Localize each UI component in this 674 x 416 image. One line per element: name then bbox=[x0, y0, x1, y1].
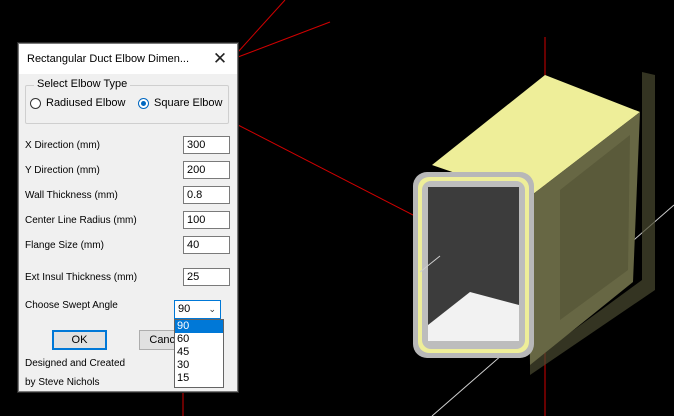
swept-angle-option[interactable]: 60 bbox=[175, 333, 223, 346]
credit-line-2: by Steve Nichols bbox=[25, 377, 100, 388]
y-direction-input[interactable]: 200 bbox=[183, 161, 230, 179]
radiused-elbow-radio[interactable]: Radiused Elbow bbox=[30, 97, 126, 109]
flange-size-input[interactable]: 40 bbox=[183, 236, 230, 254]
close-icon[interactable]: ✕ bbox=[209, 48, 231, 70]
dialog-titlebar[interactable]: Rectangular Duct Elbow Dimen... ✕ bbox=[19, 44, 237, 74]
elbow-type-group: Select Elbow Type Radiused Elbow Square … bbox=[25, 78, 229, 124]
y-direction-label: Y Direction (mm) bbox=[25, 165, 100, 176]
center-line-radius-input[interactable]: 100 bbox=[183, 211, 230, 229]
swept-angle-value: 90 bbox=[178, 303, 191, 315]
x-direction-input[interactable]: 300 bbox=[183, 136, 230, 154]
dialog-title: Rectangular Duct Elbow Dimen... bbox=[27, 53, 190, 65]
duct-model bbox=[413, 72, 655, 375]
guide-line bbox=[237, 21, 331, 58]
radio-checked-icon bbox=[138, 97, 149, 109]
chevron-down-icon: ⌄ bbox=[208, 304, 216, 314]
ext-insul-thickness-label: Ext Insul Thickness (mm) bbox=[25, 272, 138, 283]
ext-insul-thickness-input[interactable]: 25 bbox=[183, 268, 230, 286]
credit-line-1: Designed and Created bbox=[25, 358, 126, 369]
swept-angle-select[interactable]: 90 ⌄ bbox=[174, 300, 221, 319]
radio-unchecked-icon bbox=[30, 97, 41, 109]
flange-size-label: Flange Size (mm) bbox=[25, 240, 104, 251]
square-elbow-label: Square Elbow bbox=[154, 97, 223, 109]
x-direction-label: X Direction (mm) bbox=[25, 140, 101, 151]
guide-line bbox=[237, 0, 286, 53]
swept-angle-option[interactable]: 45 bbox=[175, 346, 223, 359]
swept-angle-dropdown-list[interactable]: 90 60 45 30 15 bbox=[174, 319, 224, 388]
swept-angle-option[interactable]: 90 bbox=[175, 320, 223, 333]
swept-angle-label: Choose Swept Angle bbox=[25, 300, 118, 311]
square-elbow-radio[interactable]: Square Elbow bbox=[138, 97, 223, 109]
elbow-type-legend: Select Elbow Type bbox=[34, 78, 131, 90]
wall-thickness-label: Wall Thickness (mm) bbox=[25, 190, 118, 201]
swept-angle-option[interactable]: 30 bbox=[175, 359, 223, 372]
radiused-elbow-label: Radiused Elbow bbox=[46, 97, 126, 109]
swept-angle-option[interactable]: 15 bbox=[175, 372, 223, 385]
wall-thickness-input[interactable]: 0.8 bbox=[183, 186, 230, 204]
ok-button[interactable]: OK bbox=[52, 330, 107, 350]
center-line-radius-label: Center Line Radius (mm) bbox=[25, 215, 137, 226]
